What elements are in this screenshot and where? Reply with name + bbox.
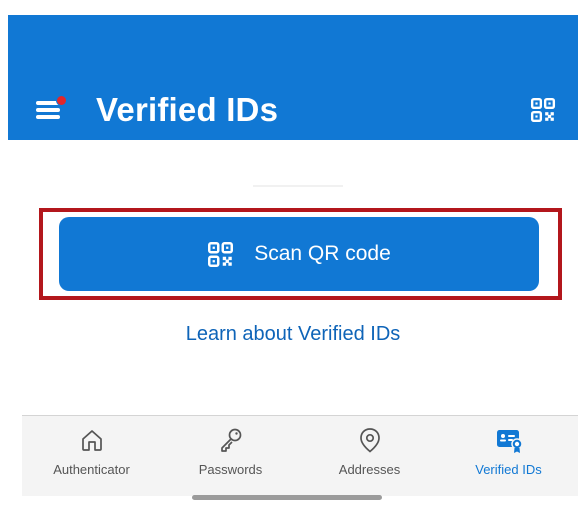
- home-indicator[interactable]: [192, 495, 382, 500]
- nav-item-authenticator[interactable]: Authenticator: [22, 416, 161, 496]
- learn-about-verified-ids-link[interactable]: Learn about Verified IDs: [8, 323, 578, 346]
- nav-label: Passwords: [198, 462, 263, 477]
- home-icon: [81, 430, 102, 451]
- nav-item-addresses[interactable]: Addresses: [300, 416, 439, 496]
- nav-item-passwords[interactable]: Passwords: [161, 416, 300, 496]
- bottom-navigation: Authenticator Passwords Addresses Verifi…: [22, 416, 578, 496]
- divider: [253, 185, 343, 187]
- app-header: Verified IDs: [8, 15, 578, 140]
- scan-button-label: Scan QR code: [254, 242, 391, 265]
- qr-code-icon: [208, 241, 234, 267]
- main-content: Scan QR code Learn about Verified IDs: [8, 140, 578, 415]
- notification-dot: [56, 95, 67, 106]
- key-icon: [220, 428, 241, 452]
- nav-label: Verified IDs: [475, 462, 542, 477]
- verified-id-card-icon: [496, 430, 523, 453]
- qr-code-icon[interactable]: [530, 97, 556, 123]
- nav-item-verified-ids[interactable]: Verified IDs: [439, 416, 578, 496]
- page-title: Verified IDs: [96, 91, 279, 128]
- nav-label: Addresses: [338, 462, 401, 477]
- scan-qr-code-button[interactable]: Scan QR code: [59, 217, 539, 291]
- hamburger-menu-icon[interactable]: [36, 95, 68, 121]
- nav-label: Authenticator: [53, 462, 130, 477]
- app-screen: Verified IDs Scan QR code Learn about Ve…: [8, 15, 578, 520]
- location-pin-icon: [359, 428, 380, 453]
